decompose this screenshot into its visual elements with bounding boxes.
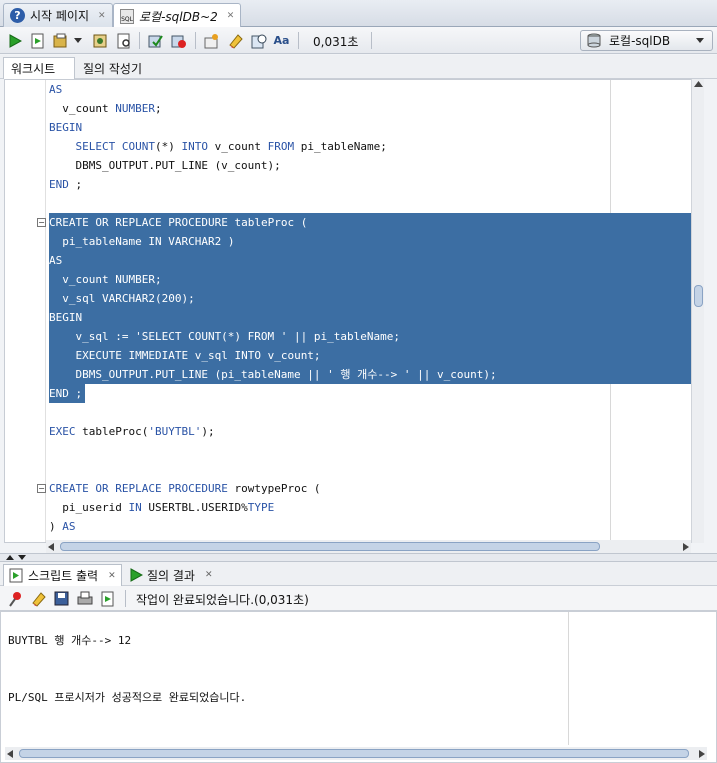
code-line: ) AS — [49, 520, 76, 533]
code-line: SELECT COUNT(*) INTO v_count FROM pi_tab… — [75, 140, 387, 153]
eraser-icon[interactable] — [29, 589, 48, 608]
output-toolbar: 작업이 완료되었습니다.(0,031초) — [0, 586, 717, 611]
eraser-icon[interactable] — [226, 31, 245, 50]
toolbar-separator — [298, 32, 299, 49]
script-output-icon — [9, 568, 23, 583]
code-line: AS — [49, 254, 63, 267]
code-line: END ; — [49, 178, 83, 191]
code-line: CREATE OR REPLACE PROCEDURE tableProc ( — [49, 216, 308, 229]
scroll-right-icon[interactable] — [699, 750, 705, 758]
run-script-icon[interactable] — [28, 31, 47, 50]
scroll-left-icon[interactable] — [48, 543, 54, 551]
output-line: BUYTBL 행 개수--> 12 — [8, 634, 132, 647]
chevron-down-icon[interactable] — [72, 31, 84, 50]
code-line: END ; — [49, 387, 83, 400]
tab-label: 로컬-sqlDB~2 — [139, 9, 218, 24]
scroll-right-icon[interactable] — [683, 543, 689, 551]
close-icon[interactable]: ✕ — [227, 11, 235, 21]
tab-start-page[interactable]: ? 시작 페이지 ✕ — [3, 3, 113, 27]
document-tab-bar: ? 시작 페이지 ✕ SQL 로컬-sqlDB~2 ✕ — [0, 0, 717, 28]
script-output-panel[interactable]: BUYTBL 행 개수--> 12 PL/SQL 프로시저가 성공적으로 완료되… — [0, 611, 717, 763]
fold-toggle-icon[interactable]: − — [37, 218, 46, 227]
toolbar-separator — [139, 32, 140, 49]
tab-label: 스크립트 출력 — [28, 569, 99, 583]
tab-query-builder[interactable]: 질의 작성기 — [76, 57, 149, 79]
save-icon[interactable] — [52, 589, 71, 608]
print-icon[interactable] — [75, 589, 94, 608]
rollback-icon[interactable] — [169, 31, 188, 50]
close-icon[interactable]: ✕ — [98, 11, 106, 21]
output-tab-bar: 스크립트 출력 ✕ 질의 결과 ✕ — [0, 562, 717, 586]
code-line: v_sql VARCHAR2(200); — [49, 292, 195, 305]
scroll-left-icon[interactable] — [7, 750, 13, 758]
status-message: 작업이 완료되었습니다.(0,031초) — [136, 593, 309, 607]
pin-icon[interactable] — [6, 589, 25, 608]
editor-horizontal-scrollbar[interactable] — [46, 540, 691, 553]
code-line: v_sql := 'SELECT COUNT(*) FROM ' || pi_t… — [49, 330, 401, 343]
run-statement-icon[interactable] — [5, 31, 24, 50]
code-line: AS — [49, 83, 63, 96]
query-result-icon — [130, 568, 143, 582]
tab-label: 질의 결과 — [147, 568, 195, 583]
sql-worksheet-icon: SQL — [120, 8, 134, 24]
horizontal-scroll-thumb[interactable] — [19, 749, 689, 758]
autotrace-icon[interactable] — [90, 31, 109, 50]
database-icon — [587, 33, 601, 47]
vertical-scroll-thumb[interactable] — [694, 285, 703, 307]
history-icon[interactable] — [249, 31, 268, 50]
fold-toggle-icon[interactable]: − — [37, 484, 46, 493]
close-icon[interactable]: ✕ — [108, 571, 116, 581]
tab-label: 시작 페이지 — [30, 9, 90, 23]
explain-plan-icon[interactable] — [114, 31, 133, 50]
code-line: v_count NUMBER; — [49, 102, 162, 115]
output-line: PL/SQL 프로시저가 성공적으로 완료되었습니다. — [8, 691, 247, 704]
line-gutter — [5, 80, 47, 542]
sql-editor[interactable]: − − AS v_count NUMBER; BEGIN SELECT COUNT… — [4, 79, 704, 543]
close-icon[interactable]: ✕ — [205, 570, 213, 580]
code-line: BEGIN — [49, 311, 83, 324]
toolbar-separator — [371, 32, 372, 49]
pane-splitter[interactable] — [0, 553, 717, 562]
chevron-down-icon — [696, 38, 704, 43]
editor-vertical-scrollbar[interactable] — [691, 79, 704, 543]
horizontal-scroll-thumb[interactable] — [60, 542, 600, 551]
commit-icon[interactable] — [52, 31, 71, 50]
open-file-icon[interactable] — [98, 589, 117, 608]
output-horizontal-scrollbar[interactable] — [5, 747, 707, 760]
code-line: DBMS_OUTPUT.PUT_LINE (pi_tableName || ' … — [49, 368, 497, 381]
scroll-up-icon[interactable] — [694, 81, 703, 87]
code-line: CREATE OR REPLACE PROCEDURE rowtypeProc … — [49, 482, 321, 495]
tab-sql-worksheet[interactable]: SQL 로컬-sqlDB~2 ✕ — [113, 3, 242, 28]
connection-select[interactable]: 로컬-sqlDB — [580, 30, 713, 51]
code-line: EXECUTE IMMEDIATE v_sql INTO v_count; — [75, 349, 321, 362]
toolbar-separator — [125, 590, 126, 607]
code-line: BEGIN — [49, 121, 83, 134]
code-line: pi_tableName IN VARCHAR2 ) — [49, 235, 235, 248]
output-margin-line — [568, 612, 569, 745]
connection-label: 로컬-sqlDB — [609, 34, 671, 48]
tab-query-result[interactable]: 질의 결과 ✕ — [124, 564, 218, 586]
help-icon: ? — [10, 8, 25, 23]
code-line: DBMS_OUTPUT.PUT_LINE (v_count); — [49, 159, 281, 172]
code-line: pi_userid IN USERTBL.USERID%TYPE — [49, 501, 275, 514]
toolbar-separator — [195, 32, 196, 49]
code-line: v_count NUMBER; — [49, 273, 162, 286]
tab-worksheet[interactable]: 워크시트 — [3, 57, 75, 79]
code-line: EXEC tableProc('BUYTBL'); — [49, 425, 215, 438]
worksheet-toolbar: Aa 0,031초 로컬-sqlDB — [0, 27, 717, 54]
execution-time: 0,031초 — [313, 35, 359, 49]
sql-tuning-icon[interactable] — [203, 31, 222, 50]
splitter-arrows-icon[interactable] — [6, 554, 28, 562]
commit-check-icon[interactable] — [146, 31, 165, 50]
editor-subtab-bar: 워크시트 질의 작성기 — [0, 55, 717, 79]
tab-script-output[interactable]: 스크립트 출력 ✕ — [3, 564, 122, 586]
uppercase-icon[interactable]: Aa — [272, 31, 291, 50]
